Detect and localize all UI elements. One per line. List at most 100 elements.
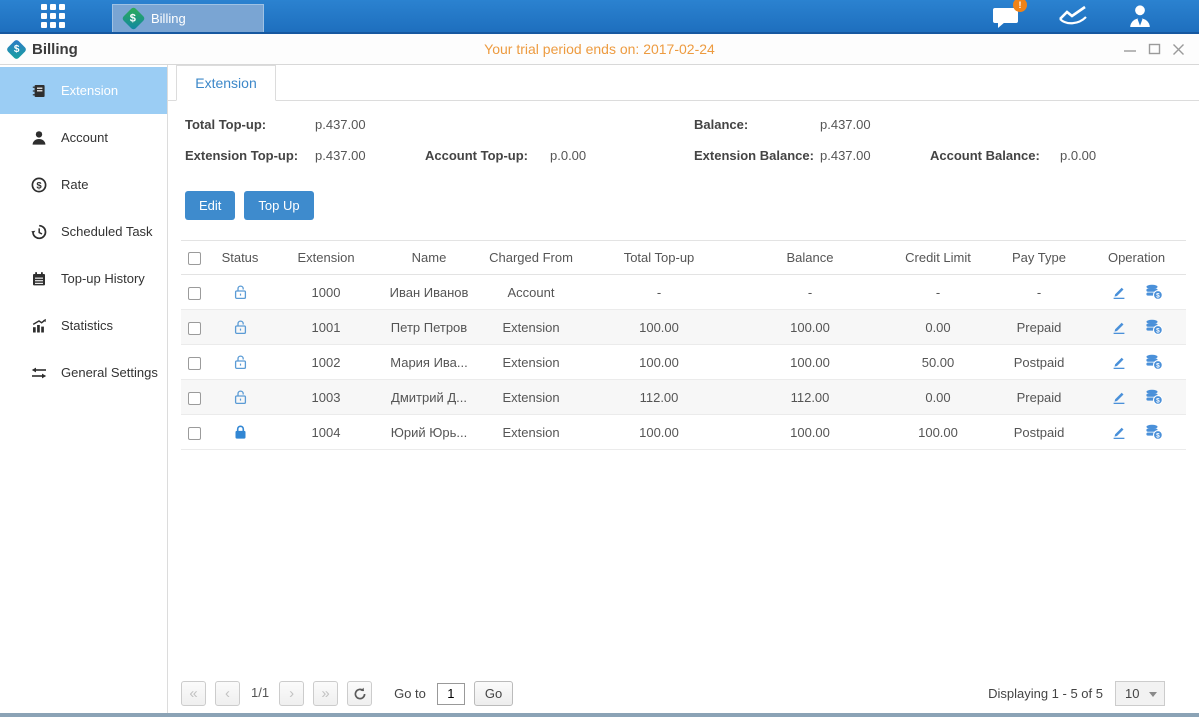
edit-row-icon[interactable] bbox=[1111, 389, 1127, 405]
lock-open-icon bbox=[233, 319, 248, 335]
row-checkbox[interactable] bbox=[188, 322, 201, 335]
sidebar-item-label: Rate bbox=[61, 177, 88, 192]
balance-label: Balance: bbox=[694, 117, 748, 132]
taskbar-tab-billing[interactable]: $ Billing bbox=[112, 4, 264, 32]
window-title: Billing bbox=[32, 41, 78, 58]
sidebar-item-top-up-history[interactable]: Top-up History bbox=[0, 255, 167, 302]
sidebar-item-extension[interactable]: Extension bbox=[0, 67, 167, 114]
sidebar-item-label: Scheduled Task bbox=[61, 224, 153, 239]
tab-extension[interactable]: Extension bbox=[176, 65, 276, 101]
billing-summary: Total Top-up: p.437.00 Balance: p.437.00… bbox=[168, 101, 1199, 191]
minimize-button[interactable] bbox=[1123, 43, 1137, 55]
topup-row-icon[interactable]: $ bbox=[1145, 319, 1163, 335]
svg-text:$: $ bbox=[1156, 328, 1160, 335]
svg-text:$: $ bbox=[1156, 398, 1160, 405]
edit-row-icon[interactable] bbox=[1111, 424, 1127, 440]
cell-total-topup: 100.00 bbox=[583, 345, 735, 380]
reports-chart-icon[interactable] bbox=[1057, 4, 1089, 28]
account-topup-label: Account Top-up: bbox=[425, 148, 528, 163]
account-topup-value: p.0.00 bbox=[550, 148, 586, 163]
cell-balance: 112.00 bbox=[735, 380, 885, 415]
trial-notice: Your trial period ends on: 2017-02-24 bbox=[0, 41, 1199, 57]
goto-page-input[interactable] bbox=[437, 683, 465, 705]
refresh-button[interactable] bbox=[347, 681, 372, 706]
sidebar-item-label: Extension bbox=[61, 83, 118, 98]
go-button[interactable]: Go bbox=[474, 681, 513, 706]
user-account-icon[interactable] bbox=[1127, 3, 1153, 29]
row-checkbox[interactable] bbox=[188, 392, 201, 405]
sidebar-item-general-settings[interactable]: General Settings bbox=[0, 349, 167, 396]
next-page-icon: › bbox=[289, 685, 294, 702]
next-page-button[interactable]: › bbox=[279, 681, 304, 706]
billing-window-icon: $ bbox=[6, 38, 27, 59]
extension-balance-label: Extension Balance: bbox=[694, 148, 814, 163]
cell-balance: 100.00 bbox=[735, 310, 885, 345]
column-header-status: Status bbox=[207, 241, 273, 275]
extension-topup-label: Extension Top-up: bbox=[185, 148, 298, 163]
topup-history-icon bbox=[30, 271, 48, 287]
row-checkbox[interactable] bbox=[188, 427, 201, 440]
cell-extension: 1001 bbox=[273, 310, 379, 345]
last-page-icon: » bbox=[321, 685, 329, 702]
sidebar-item-scheduled-task[interactable]: Scheduled Task bbox=[0, 208, 167, 255]
edit-button[interactable]: Edit bbox=[185, 191, 235, 220]
topup-row-icon[interactable]: $ bbox=[1145, 354, 1163, 370]
topup-row-icon[interactable]: $ bbox=[1145, 389, 1163, 405]
table-row-1000: 1000Иван ИвановAccount----$ bbox=[181, 275, 1186, 310]
messages-icon[interactable]: ! bbox=[992, 5, 1019, 28]
edit-row-icon[interactable] bbox=[1111, 354, 1127, 370]
sidebar-item-statistics[interactable]: Statistics bbox=[0, 302, 167, 349]
select-all-checkbox[interactable] bbox=[188, 252, 201, 265]
cell-balance: - bbox=[735, 275, 885, 310]
svg-text:$: $ bbox=[36, 180, 42, 191]
apps-grid-icon[interactable] bbox=[38, 1, 68, 31]
sidebar: Extension Account $ Rate Scheduled Task Top-u… bbox=[0, 65, 168, 713]
cell-balance: 100.00 bbox=[735, 415, 885, 450]
refresh-icon bbox=[353, 687, 367, 701]
edit-row-icon[interactable] bbox=[1111, 319, 1127, 335]
last-page-button[interactable]: » bbox=[313, 681, 338, 706]
svg-text:$: $ bbox=[1156, 433, 1160, 440]
cell-charged-from: Extension bbox=[479, 380, 583, 415]
cell-charged-from: Extension bbox=[479, 310, 583, 345]
sidebar-item-label: Account bbox=[61, 130, 108, 145]
cell-total-topup: 100.00 bbox=[583, 415, 735, 450]
taskbar-tab-label: Billing bbox=[151, 11, 186, 26]
topup-row-icon[interactable]: $ bbox=[1145, 284, 1163, 300]
top-up-button[interactable]: Top Up bbox=[244, 191, 313, 220]
table-row-1001: 1001Петр ПетровExtension100.00100.000.00… bbox=[181, 310, 1186, 345]
billing-app-icon: $ bbox=[121, 6, 145, 30]
account-icon bbox=[30, 130, 48, 146]
cell-name: Мария Ива... bbox=[379, 345, 479, 380]
row-checkbox[interactable] bbox=[188, 357, 201, 370]
page-indicator: 1/1 bbox=[251, 685, 269, 700]
sidebar-item-account[interactable]: Account bbox=[0, 114, 167, 161]
cell-total-topup: 100.00 bbox=[583, 310, 735, 345]
extension-table: StatusExtensionNameCharged FromTotal Top… bbox=[181, 240, 1186, 450]
first-page-button[interactable]: « bbox=[181, 681, 206, 706]
cell-pay-type: Prepaid bbox=[991, 380, 1087, 415]
page-size-select[interactable]: 10 bbox=[1115, 681, 1165, 706]
sidebar-item-rate[interactable]: $ Rate bbox=[0, 161, 167, 208]
cell-total-topup: - bbox=[583, 275, 735, 310]
cell-pay-type: Postpaid bbox=[991, 345, 1087, 380]
svg-text:$: $ bbox=[1156, 363, 1160, 370]
cell-extension: 1002 bbox=[273, 345, 379, 380]
close-button[interactable] bbox=[1172, 43, 1185, 56]
scheduled-task-icon bbox=[30, 224, 48, 240]
tab-bar: Extension bbox=[168, 65, 1199, 101]
topup-row-icon[interactable]: $ bbox=[1145, 424, 1163, 440]
cell-credit-limit: 100.00 bbox=[885, 415, 991, 450]
prev-page-button[interactable]: ‹ bbox=[215, 681, 240, 706]
displaying-status: Displaying 1 - 5 of 5 bbox=[988, 686, 1103, 701]
cell-name: Дмитрий Д... bbox=[379, 380, 479, 415]
edit-row-icon[interactable] bbox=[1111, 284, 1127, 300]
maximize-button[interactable] bbox=[1148, 43, 1161, 55]
lock-closed-icon bbox=[233, 424, 248, 440]
cell-credit-limit: 50.00 bbox=[885, 345, 991, 380]
cell-total-topup: 112.00 bbox=[583, 380, 735, 415]
row-checkbox[interactable] bbox=[188, 287, 201, 300]
main-content: Extension Total Top-up: p.437.00 Balance… bbox=[168, 65, 1199, 713]
column-header-operation: Operation bbox=[1087, 241, 1186, 275]
top-application-bar: $ Billing ! bbox=[0, 0, 1199, 34]
